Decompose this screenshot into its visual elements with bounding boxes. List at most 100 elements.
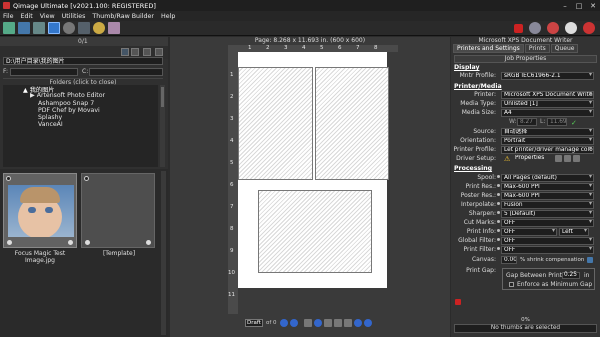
gear-icon[interactable] bbox=[63, 22, 75, 34]
cut-marks-select[interactable]: OFF bbox=[501, 219, 594, 227]
mntr-profile-select[interactable]: sRGB IEC61966-2.1 bbox=[501, 72, 594, 80]
printer-profile-select[interactable]: Let printer/driver manage color bbox=[501, 146, 594, 154]
minimize-button[interactable]: – bbox=[558, 2, 572, 10]
expand-icon[interactable] bbox=[155, 48, 163, 56]
gap-input[interactable]: 0.25 bbox=[562, 272, 580, 279]
driver-setup-row: Driver Setup: ⚠ Properties bbox=[451, 155, 600, 163]
print-slot[interactable] bbox=[238, 67, 313, 180]
poster-res-select[interactable]: Max-600 PPI bbox=[501, 192, 594, 200]
tab-printers-settings[interactable]: Printers and Settings bbox=[453, 44, 524, 53]
quality-select[interactable]: Draft bbox=[245, 319, 263, 327]
tab-prints[interactable]: Prints bbox=[524, 44, 550, 53]
check-icon[interactable]: ✓ bbox=[571, 119, 577, 127]
qimage-small-icon[interactable] bbox=[455, 299, 461, 305]
copy-page-icon[interactable] bbox=[304, 319, 312, 327]
print-info-select[interactable]: OFF bbox=[501, 228, 557, 236]
open-folder-icon[interactable] bbox=[3, 22, 15, 34]
driver-setup-label: Driver Setup: bbox=[456, 155, 496, 162]
print-icon[interactable] bbox=[18, 22, 30, 34]
calendar-icon[interactable] bbox=[108, 22, 120, 34]
grid-page-icon[interactable] bbox=[344, 319, 352, 327]
spool-select[interactable]: All Pages (default) bbox=[501, 174, 594, 182]
tree-item[interactable]: Ashampoo Snap 7 bbox=[3, 100, 158, 107]
delete-page-icon[interactable] bbox=[364, 319, 372, 327]
image-edit-icon[interactable] bbox=[33, 22, 45, 34]
interpolate-select[interactable]: Fusion bbox=[501, 201, 594, 209]
select-checkbox-icon[interactable] bbox=[84, 176, 89, 181]
qimage-logo-icon[interactable] bbox=[514, 23, 523, 33]
rotate-icon[interactable] bbox=[68, 240, 73, 245]
rotate-icon[interactable] bbox=[146, 240, 151, 245]
save-icon[interactable] bbox=[555, 155, 562, 162]
filter-input[interactable] bbox=[10, 68, 78, 76]
prev-page-icon[interactable] bbox=[280, 319, 288, 327]
width-input[interactable]: 8.27 bbox=[517, 118, 537, 126]
maximize-button[interactable]: □ bbox=[572, 2, 586, 10]
fit-page-icon[interactable] bbox=[334, 319, 342, 327]
mntr-profile-row: Mntr Profile: sRGB IEC61966-2.1 bbox=[451, 72, 600, 80]
thumbnail-image[interactable] bbox=[3, 173, 77, 248]
layout-page-icon[interactable] bbox=[324, 319, 332, 327]
ruler-tick: 7 bbox=[356, 45, 360, 51]
record-icon[interactable] bbox=[547, 22, 559, 34]
tree-item[interactable]: ▲ 我的图片 bbox=[3, 85, 158, 94]
print-slot[interactable] bbox=[258, 190, 372, 273]
tree-scroll-thumb[interactable] bbox=[161, 87, 164, 107]
length-input[interactable]: 11.69 bbox=[547, 118, 567, 126]
menu-help[interactable]: Help bbox=[161, 13, 175, 20]
layout-icon[interactable] bbox=[48, 22, 60, 34]
info-icon[interactable] bbox=[85, 240, 90, 245]
global-filter-select[interactable]: OFF bbox=[501, 237, 594, 245]
media-size-select[interactable]: A4 bbox=[501, 109, 594, 117]
add-page-icon[interactable] bbox=[354, 319, 362, 327]
thumbs-scrollbar[interactable] bbox=[161, 171, 166, 335]
menu-view[interactable]: View bbox=[40, 13, 55, 20]
tab-queue[interactable]: Queue bbox=[550, 44, 579, 53]
tree-scrollbar[interactable] bbox=[160, 85, 165, 167]
favorite-folder-icon[interactable] bbox=[131, 48, 139, 56]
print-info-position-select[interactable]: Left bbox=[559, 228, 589, 236]
menu-thumb-raw-builder[interactable]: Thumb/Raw Builder bbox=[92, 13, 154, 20]
clock-icon[interactable] bbox=[565, 22, 577, 34]
zoom-icon[interactable] bbox=[314, 319, 322, 327]
properties-button[interactable]: Properties bbox=[513, 155, 553, 163]
canvas-input[interactable]: 0.00 bbox=[501, 256, 517, 264]
print-slot[interactable] bbox=[315, 67, 389, 180]
thumbnail-template[interactable] bbox=[81, 173, 155, 248]
print-gap-box: Gap Between Prints 0.25 in Enforce as Mi… bbox=[502, 268, 595, 290]
enforce-checkbox[interactable] bbox=[509, 282, 514, 287]
printer-icon[interactable] bbox=[573, 155, 580, 162]
print-res-select[interactable]: Max-600 PPI bbox=[501, 183, 594, 191]
home-folder-icon[interactable] bbox=[121, 48, 129, 56]
orientation-select[interactable]: Portrait bbox=[501, 137, 594, 145]
select-checkbox-icon[interactable] bbox=[6, 176, 11, 181]
help-icon[interactable] bbox=[583, 22, 595, 34]
next-page-icon[interactable] bbox=[290, 319, 298, 327]
print-filter-select[interactable]: OFF bbox=[501, 246, 594, 254]
media-type-row: Media Type: Unlisted [1] bbox=[451, 100, 600, 108]
folders-header[interactable]: Folders (click to close) bbox=[3, 78, 163, 86]
menu-edit[interactable]: Edit bbox=[21, 13, 33, 20]
job-properties-button[interactable]: Job Properties bbox=[454, 55, 597, 63]
filter-input-2[interactable] bbox=[89, 68, 163, 76]
paper-sheet[interactable] bbox=[238, 52, 389, 288]
grid-icon[interactable] bbox=[78, 22, 90, 34]
menu-utilities[interactable]: Utilities bbox=[62, 13, 86, 20]
sun-icon[interactable] bbox=[93, 22, 105, 34]
tree-item[interactable]: Splashy bbox=[3, 114, 158, 121]
tree-item[interactable]: VanceAI bbox=[3, 121, 158, 128]
tree-item[interactable]: PDF Chef by Movavi bbox=[3, 107, 158, 114]
info-icon[interactable] bbox=[529, 22, 541, 34]
add-folder-icon[interactable] bbox=[143, 48, 151, 56]
sharpen-select[interactable]: 5 (Default) bbox=[501, 210, 594, 218]
folder-path-input[interactable]: D:\用户目录\我的图片 bbox=[3, 57, 163, 65]
close-button[interactable]: ✕ bbox=[586, 2, 600, 10]
source-select[interactable]: 自动选择 bbox=[501, 128, 594, 136]
info-icon[interactable] bbox=[7, 240, 12, 245]
canvas-options-icon[interactable] bbox=[587, 257, 593, 263]
printer-select[interactable]: Microsoft XPS Document Writer bbox=[501, 91, 594, 99]
menu-file[interactable]: File bbox=[3, 13, 14, 20]
media-type-select[interactable]: Unlisted [1] bbox=[501, 100, 594, 108]
baby-photo bbox=[8, 185, 74, 237]
load-icon[interactable] bbox=[564, 155, 571, 162]
